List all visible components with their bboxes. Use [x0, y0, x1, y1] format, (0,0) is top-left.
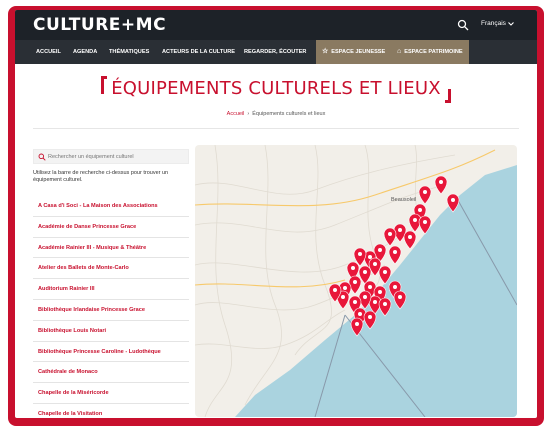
map-marker-dot — [351, 266, 355, 270]
map-marker-dot — [439, 180, 443, 184]
map-place-label: Beausoleil — [391, 197, 417, 203]
map-marker-dot — [363, 270, 367, 274]
search-input[interactable] — [48, 151, 186, 162]
map-canvas[interactable] — [195, 145, 517, 417]
breadcrumb-current: Équipements culturels et lieux — [252, 111, 326, 117]
divider — [33, 128, 519, 129]
site-logo[interactable]: CULTURE+MC — [33, 15, 166, 35]
venue-link[interactable]: Bibliothèque Louis Notari — [33, 321, 189, 342]
map-marker-dot — [353, 280, 357, 284]
map-marker-dot — [373, 262, 377, 266]
nav-item-regarder[interactable]: REGARDER, ÉCOUTER — [244, 40, 306, 64]
page-title-wrap: ÉQUIPEMENTS CULTURELS ET LIEUX — [15, 76, 537, 103]
nav-item-espace-jeunesse[interactable]: ☆ ESPACE JEUNESSE — [316, 40, 392, 64]
map-marker-icon[interactable] — [403, 230, 417, 250]
venue-link[interactable]: Atelier des Ballets de Monte-Carlo — [33, 258, 189, 280]
venue-link[interactable]: A Casa d'i Soci - La Maison des Associat… — [33, 196, 189, 217]
nav-item-thematiques[interactable]: THÉMATIQUES — [109, 40, 149, 64]
map-marker-dot — [383, 302, 387, 306]
map-marker-dot — [393, 250, 397, 254]
map-marker-dot — [368, 255, 372, 259]
map-marker-dot — [368, 285, 372, 289]
map-marker-dot — [341, 295, 345, 299]
map-marker-dot — [388, 232, 392, 236]
bracket-decoration — [444, 89, 451, 103]
map-marker-icon[interactable] — [434, 175, 448, 195]
map-marker-dot — [355, 322, 359, 326]
search-box[interactable] — [33, 149, 189, 164]
map-marker-dot — [398, 295, 402, 299]
venue-link[interactable]: Académie Rainier III - Musique & Théâtre — [33, 238, 189, 259]
map-marker-icon[interactable] — [348, 275, 362, 295]
nav-item-accueil[interactable]: ACCUEIL — [36, 40, 61, 64]
chevron-right-icon: › — [247, 111, 250, 117]
map-marker-dot — [358, 252, 362, 256]
star-icon: ☆ — [322, 48, 329, 55]
search-helper-text: Utilisez la barre de recherche ci-dessus… — [33, 170, 169, 183]
map-marker-dot — [423, 220, 427, 224]
map-marker-dot — [353, 300, 357, 304]
map-marker-dot — [398, 228, 402, 232]
map-marker-dot — [368, 315, 372, 319]
venue-map[interactable]: Beausoleil — [195, 145, 517, 417]
map-marker-dot — [378, 290, 382, 294]
breadcrumb-home[interactable]: Accueil — [227, 111, 245, 117]
venue-link[interactable]: Chapelle de la Miséricorde — [33, 383, 189, 404]
nav-item-agenda[interactable]: AGENDA — [73, 40, 97, 64]
bracket-decoration — [101, 76, 108, 94]
venue-link[interactable]: Cathédrale de Monaco — [33, 362, 189, 384]
map-marker-dot — [378, 248, 382, 252]
map-marker-dot — [373, 300, 377, 304]
map-marker-dot — [333, 288, 337, 292]
map-marker-icon[interactable] — [418, 185, 432, 205]
page-title: ÉQUIPEMENTS CULTURELS ET LIEUX — [101, 76, 451, 103]
site-header: CULTURE+MC Français — [15, 10, 537, 40]
search-icon[interactable] — [457, 19, 469, 31]
map-marker-dot — [413, 218, 417, 222]
search-icon — [38, 153, 46, 161]
chevron-down-icon[interactable] — [507, 20, 515, 28]
nav-item-label: ESPACE PATRIMOINE — [404, 49, 463, 55]
page-title-text: ÉQUIPEMENTS CULTURELS ET LIEUX — [111, 78, 441, 99]
venue-link[interactable]: Bibliothèque Irlandaise Princesse Grace — [33, 300, 189, 321]
breadcrumb: Accueil › Équipements culturels et lieux — [15, 111, 537, 117]
map-marker-dot — [383, 270, 387, 274]
map-marker-icon[interactable] — [383, 227, 397, 247]
map-marker-dot — [423, 190, 427, 194]
map-marker-dot — [343, 286, 347, 290]
venue-link[interactable]: Chapelle de la Visitation — [33, 404, 189, 418]
nav-item-label: ESPACE JEUNESSE — [331, 49, 386, 55]
venue-link[interactable]: Bibliothèque Princesse Caroline - Ludoth… — [33, 342, 189, 363]
map-marker-dot — [451, 198, 455, 202]
venue-list: A Casa d'i Soci - La Maison des Associat… — [33, 196, 189, 418]
map-marker-dot — [393, 285, 397, 289]
map-marker-dot — [358, 312, 362, 316]
venue-link[interactable]: Auditorium Rainier III — [33, 279, 189, 300]
main-nav: ACCUEIL AGENDA THÉMATIQUES ACTEURS DE LA… — [15, 40, 537, 64]
nav-item-acteurs[interactable]: ACTEURS DE LA CULTURE — [162, 40, 235, 64]
map-marker-dot — [408, 235, 412, 239]
map-marker-icon[interactable] — [388, 245, 402, 265]
page: CULTURE+MC Français ACCUEIL AGENDA THÉMA… — [15, 10, 537, 418]
venue-link[interactable]: Académie de Danse Princesse Grace — [33, 217, 189, 238]
map-marker-dot — [363, 295, 367, 299]
language-selector[interactable]: Français — [481, 20, 506, 27]
map-marker-dot — [418, 208, 422, 212]
nav-item-espace-patrimoine[interactable]: ⌂ ESPACE PATRIMOINE — [391, 40, 469, 64]
monument-icon: ⌂ — [397, 48, 402, 55]
